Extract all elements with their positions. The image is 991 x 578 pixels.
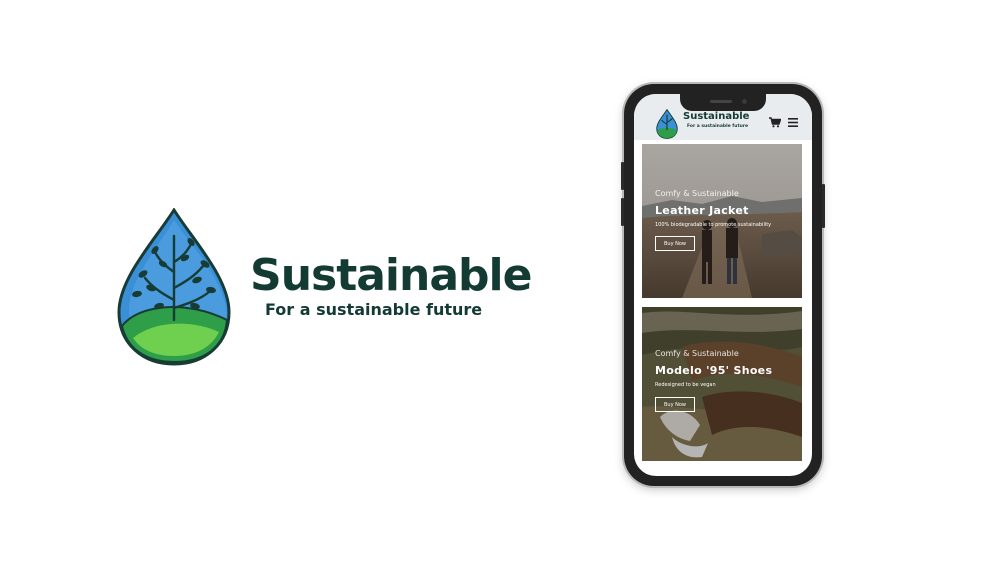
leather-jacket-photo bbox=[642, 144, 802, 298]
hamburger-menu-icon[interactable] bbox=[788, 118, 798, 127]
card-description: 100% biodegradable to promote sustainabi… bbox=[655, 222, 772, 228]
speaker-grille bbox=[710, 100, 732, 103]
card-title: Modelo '95' Shoes bbox=[655, 364, 773, 377]
brand-logo: Sustainable For a sustainable future bbox=[115, 208, 535, 368]
water-drop-tree-logo-icon bbox=[117, 208, 231, 366]
screen-bottom-area bbox=[642, 464, 802, 474]
site-tagline: For a sustainable future bbox=[687, 124, 749, 129]
front-camera bbox=[742, 99, 747, 104]
phone-screen: Sustainable For a sustainable future Com… bbox=[634, 94, 812, 476]
card-description: Redesigned to be vegan bbox=[655, 382, 716, 388]
buy-now-button[interactable]: Buy Now bbox=[655, 397, 695, 412]
phone-mockup: Sustainable For a sustainable future Com… bbox=[621, 84, 825, 486]
brand-title: Sustainable bbox=[250, 250, 532, 301]
brand-tagline: For a sustainable future bbox=[265, 300, 483, 319]
card-eyebrow: Comfy & Sustainable bbox=[655, 189, 739, 198]
volume-down-button bbox=[621, 198, 624, 226]
phone-notch bbox=[680, 94, 766, 111]
site-title[interactable]: Sustainable bbox=[683, 111, 749, 122]
product-card-modelo-shoes[interactable]: Comfy & Sustainable Modelo '95' Shoes Re… bbox=[642, 307, 802, 461]
buy-now-button[interactable]: Buy Now bbox=[655, 236, 695, 251]
volume-up-button bbox=[621, 162, 624, 190]
cart-icon[interactable] bbox=[769, 117, 781, 128]
site-logo-icon[interactable] bbox=[656, 109, 678, 139]
card-eyebrow: Comfy & Sustainable bbox=[655, 349, 739, 358]
card-title: Leather Jacket bbox=[655, 204, 749, 217]
product-card-leather-jacket[interactable]: Comfy & Sustainable Leather Jacket 100% … bbox=[642, 144, 802, 298]
power-button bbox=[822, 184, 825, 228]
